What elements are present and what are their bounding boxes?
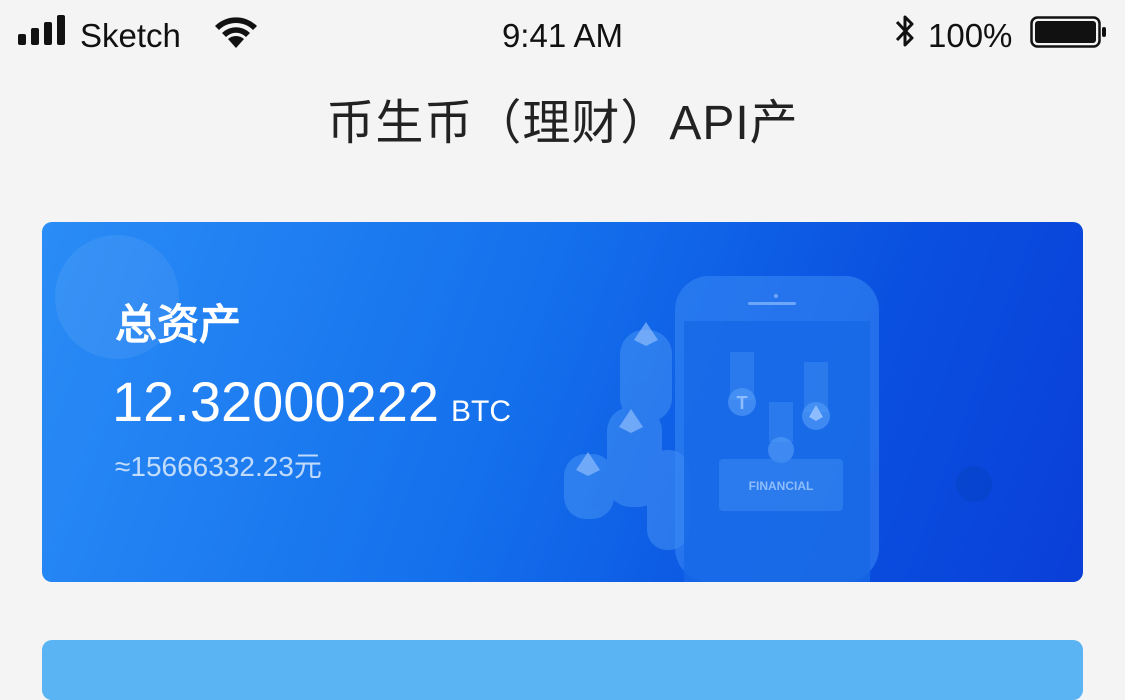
total-assets-card[interactable]: T FINANCIAL 总资产 12.32000222 BTC ≈15666332… [42,222,1083,582]
battery-percent: 100% [928,17,1013,54]
page-title: 币生币（理财）API产 [326,97,799,150]
total-assets-value: 12.32000222 [112,370,440,433]
financial-label: FINANCIAL [749,479,814,493]
status-bar: Sketch 9:41 AM 100% [0,0,1125,70]
secondary-card[interactable] [42,640,1083,700]
svg-text:T: T [737,393,748,413]
bluetooth-icon [895,15,914,47]
total-assets-value-row: 12.32000222 BTC [112,372,511,432]
total-assets-unit: BTC [451,395,512,428]
total-assets-cny: ≈15666332.23元 [115,451,322,482]
battery-icon [1030,16,1106,48]
total-assets-label: 总资产 [115,301,242,348]
